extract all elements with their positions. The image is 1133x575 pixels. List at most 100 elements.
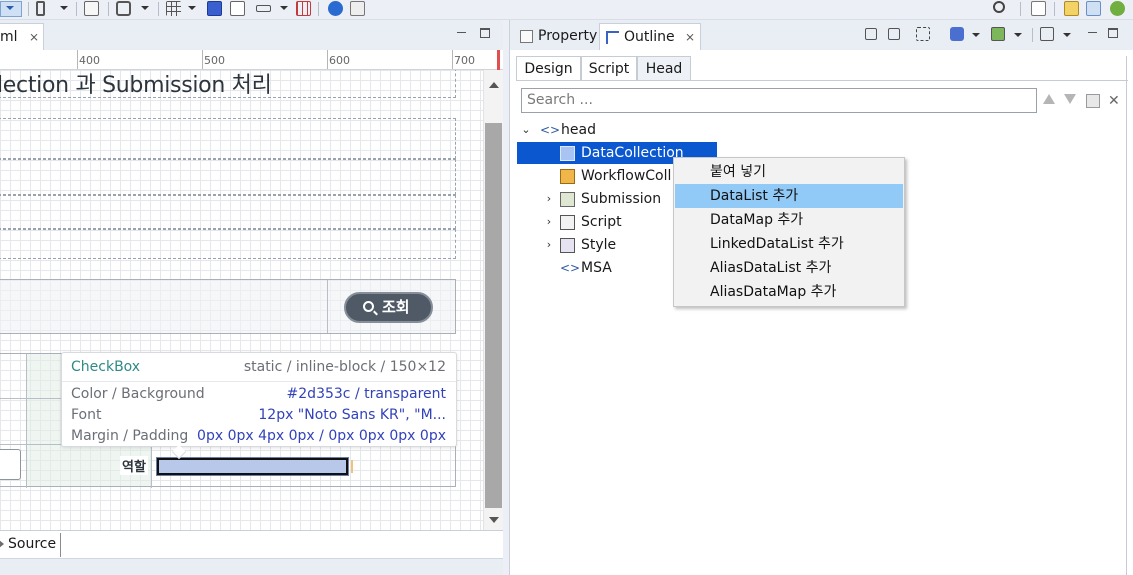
datacollection-icon bbox=[560, 146, 575, 161]
container-row-outline bbox=[0, 195, 456, 229]
main-toolbar bbox=[0, 0, 1133, 20]
chevron-down-icon[interactable] bbox=[60, 6, 68, 10]
tree-label: head bbox=[561, 122, 596, 138]
role-label: 역할 bbox=[120, 456, 148, 475]
toolbar-separator bbox=[28, 2, 29, 16]
table-column-divider bbox=[26, 354, 27, 488]
scroll-down-icon[interactable] bbox=[489, 517, 499, 523]
chevron-down-icon[interactable] bbox=[141, 6, 149, 10]
code-brackets-icon: <> bbox=[560, 261, 581, 275]
text-input[interactable] bbox=[0, 449, 21, 480]
tab-outline[interactable]: Outline ⨯ bbox=[599, 23, 701, 50]
menu-item-add-linkeddatalist[interactable]: LinkedDataList 추가 bbox=[675, 232, 903, 256]
properties-icon[interactable] bbox=[1086, 94, 1100, 108]
validate-icon[interactable] bbox=[328, 1, 343, 16]
submission-menu-icon[interactable] bbox=[991, 27, 1005, 41]
minimize-icon[interactable] bbox=[1087, 26, 1099, 38]
menu-item-add-aliasdatamap[interactable]: AliasDataMap 추가 bbox=[675, 280, 903, 304]
container-row-outline bbox=[0, 118, 456, 159]
ruler-position-marker bbox=[497, 50, 500, 70]
open-perspective-icon[interactable] bbox=[1031, 1, 1046, 16]
menu-item-add-aliasdatalist[interactable]: AliasDataList 추가 bbox=[675, 256, 903, 280]
chevron-down-icon[interactable] bbox=[972, 33, 980, 37]
search-icon bbox=[363, 301, 374, 312]
workflow-icon bbox=[560, 169, 575, 184]
script-menu-icon[interactable] bbox=[1040, 27, 1054, 41]
tooltip-header: CheckBox static / inline-block / 150×12 bbox=[71, 357, 446, 377]
editor-bottom-tabs: Source bbox=[0, 530, 503, 558]
maximize-icon[interactable] bbox=[480, 28, 490, 38]
ruler-label: 700 bbox=[454, 54, 475, 67]
tooltip-row-label: Margin / Padding bbox=[71, 428, 189, 444]
tree-row-head[interactable]: ⌄ <> head bbox=[520, 119, 670, 141]
context-menu: 붙여 넣기 DataList 추가 DataMap 추가 LinkedDataL… bbox=[673, 157, 905, 307]
tab-source[interactable]: Source bbox=[0, 533, 62, 557]
role-checkbox[interactable] bbox=[156, 457, 353, 476]
perspective-two-icon[interactable] bbox=[1086, 1, 1101, 16]
tooltip-row-label: Font bbox=[71, 407, 102, 423]
expand-all-icon[interactable] bbox=[888, 28, 900, 40]
toolbar-separator bbox=[158, 2, 159, 16]
outline-icon bbox=[606, 31, 619, 44]
debug-icon[interactable] bbox=[1110, 1, 1125, 16]
menu-item-paste[interactable]: 붙여 넣기 bbox=[675, 160, 903, 184]
perspective-one-icon[interactable] bbox=[1064, 1, 1079, 16]
chevron-down-icon[interactable] bbox=[6, 6, 14, 10]
outline-view: Design Script Head Search ... ✕ ⌄ <> hea… bbox=[509, 50, 1133, 575]
scrollbar-thumb[interactable] bbox=[485, 123, 502, 508]
close-icon[interactable]: ⨯ bbox=[29, 24, 39, 50]
comment-icon[interactable] bbox=[230, 1, 245, 16]
tooltip-row-color: Color / Background #2d353c / transparent bbox=[71, 384, 446, 404]
tooltip-divider bbox=[62, 381, 456, 382]
tooltip-row-margin: Margin / Padding 0px 0px 4px 0px / 0px 0… bbox=[71, 426, 446, 446]
editor-tab-label: ml bbox=[0, 29, 18, 45]
chevron-down-icon[interactable] bbox=[1063, 33, 1071, 37]
vertical-scrollbar[interactable] bbox=[483, 70, 503, 530]
chevron-right-icon[interactable]: › bbox=[543, 211, 555, 233]
search-button[interactable]: 조회 bbox=[344, 292, 433, 323]
search-area-divider bbox=[327, 280, 328, 333]
tab-property[interactable]: Property bbox=[514, 23, 599, 50]
editor-tab-file[interactable]: ml ⨯ bbox=[0, 23, 44, 50]
scroll-up-icon[interactable] bbox=[489, 82, 499, 88]
datacollection-menu-icon[interactable] bbox=[950, 27, 964, 41]
chevron-down-icon[interactable] bbox=[188, 6, 196, 10]
subtab-divider bbox=[516, 80, 1128, 81]
grid-icon[interactable] bbox=[166, 1, 181, 16]
layout-icon[interactable] bbox=[207, 1, 222, 16]
menu-item-add-datamap[interactable]: DataMap 추가 bbox=[675, 208, 903, 232]
outline-search-input[interactable]: Search ... bbox=[521, 88, 1037, 113]
zoom-icon[interactable] bbox=[116, 1, 131, 16]
close-icon[interactable]: ⨯ bbox=[685, 24, 695, 51]
menu-item-add-datalist[interactable]: DataList 추가 bbox=[675, 184, 903, 208]
chevron-down-icon[interactable]: ⌄ bbox=[520, 119, 532, 141]
move-up-icon[interactable] bbox=[1043, 94, 1055, 104]
chevron-down-icon[interactable] bbox=[1014, 33, 1022, 37]
form-layout-icon[interactable] bbox=[84, 1, 99, 16]
view-tab-bar: Property Outline ⨯ bbox=[509, 20, 1133, 50]
phone-device-icon[interactable] bbox=[36, 1, 45, 16]
container-row-outline bbox=[0, 229, 456, 259]
delete-icon[interactable]: ✕ bbox=[1108, 94, 1122, 108]
tree-label: WorkflowColl bbox=[581, 168, 672, 184]
move-down-icon[interactable] bbox=[1064, 94, 1076, 104]
ruler-tick bbox=[327, 50, 328, 69]
ruler-label: 500 bbox=[204, 54, 225, 67]
lock-file-icon[interactable] bbox=[350, 1, 365, 16]
link-editor-icon[interactable] bbox=[916, 27, 930, 41]
collapse-all-icon[interactable] bbox=[865, 28, 877, 40]
script-icon bbox=[560, 215, 575, 230]
subtab-script[interactable]: Script bbox=[581, 56, 637, 81]
maximize-icon[interactable] bbox=[1108, 28, 1118, 38]
subtab-head[interactable]: Head bbox=[637, 56, 691, 81]
toolbar-separator bbox=[1054, 2, 1055, 16]
chevron-down-icon[interactable] bbox=[280, 6, 288, 10]
search-icon[interactable] bbox=[993, 1, 1005, 13]
design-canvas[interactable]: lection 과 Submission 처리 조회 역할 bbox=[0, 70, 483, 530]
minimize-icon[interactable] bbox=[456, 26, 468, 38]
table-icon[interactable] bbox=[296, 1, 311, 16]
subtab-design[interactable]: Design bbox=[516, 56, 581, 81]
ruler-icon[interactable] bbox=[256, 5, 271, 12]
chevron-right-icon[interactable]: › bbox=[543, 234, 555, 256]
chevron-right-icon[interactable]: › bbox=[543, 188, 555, 210]
